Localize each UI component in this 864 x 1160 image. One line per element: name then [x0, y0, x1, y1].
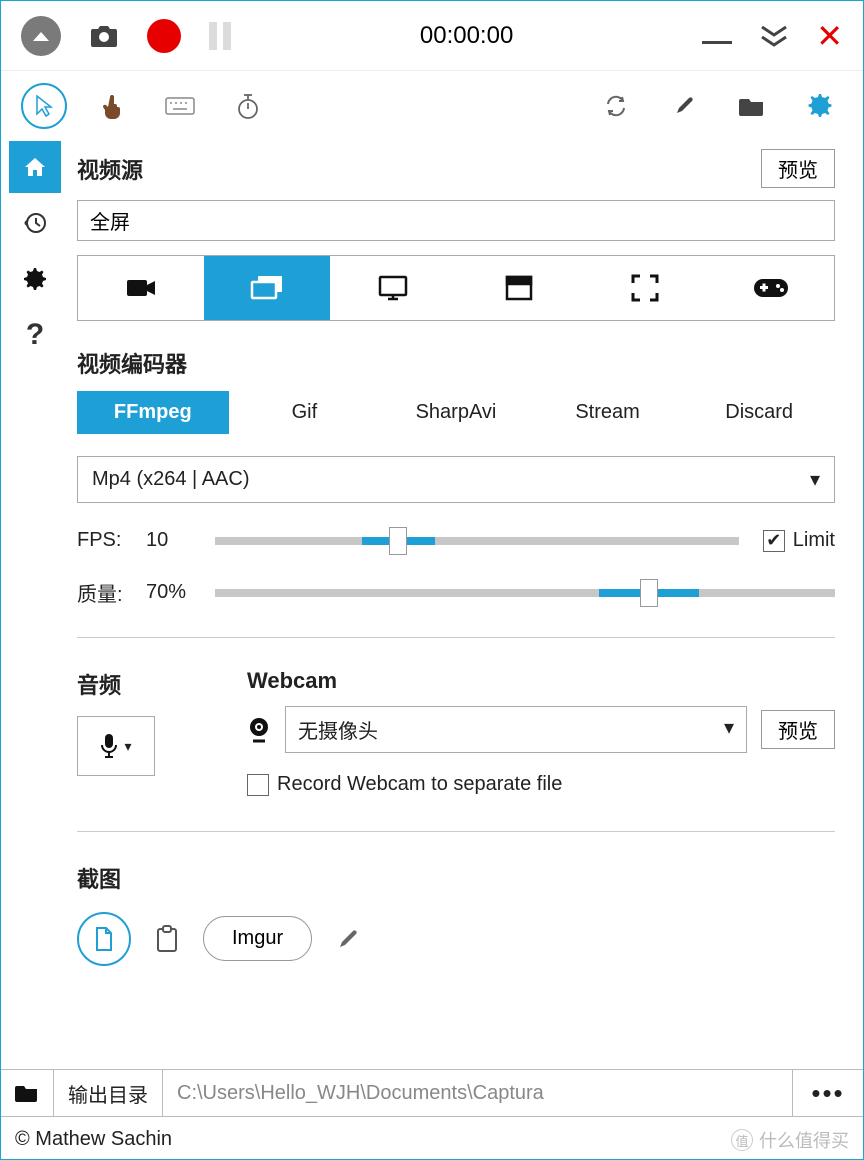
limit-checkbox[interactable]: ✔ Limit — [763, 529, 835, 552]
statusbar: 输出目录 C:\Users\Hello_WJH\Documents\Captur… — [1, 1069, 863, 1117]
tab-sharpavi[interactable]: SharpAvi — [380, 391, 532, 434]
timer-display: 00:00:00 — [259, 22, 674, 50]
chevron-down-icon: ▾ — [810, 467, 820, 492]
sidebar-help[interactable]: ? — [9, 309, 61, 361]
source-type-grid — [77, 255, 835, 321]
main-content: 视频源 预览 视频编码器 FFmpe — [69, 141, 863, 966]
close-button[interactable]: ✕ — [816, 17, 843, 55]
cursor-tool-button[interactable] — [21, 83, 67, 129]
tab-gif[interactable]: Gif — [229, 391, 381, 434]
quality-label: 质量: — [77, 578, 132, 607]
expand-down-button[interactable] — [760, 25, 788, 47]
encoder-tabs: FFmpeg Gif SharpAvi Stream Discard — [77, 391, 835, 434]
tab-discard[interactable]: Discard — [683, 391, 835, 434]
source-window[interactable] — [456, 256, 582, 320]
output-path[interactable]: C:\Users\Hello_WJH\Documents\Captura — [163, 1070, 793, 1116]
fps-slider[interactable] — [215, 537, 739, 545]
webcam-separate-checkbox[interactable]: Record Webcam to separate file — [247, 773, 562, 796]
webcam-select[interactable]: 无摄像头 ▾ — [285, 706, 747, 753]
audio-mic-button[interactable]: ▾ — [77, 716, 155, 776]
source-region[interactable] — [582, 256, 708, 320]
pause-button[interactable] — [209, 22, 231, 50]
output-label: 输出目录 — [54, 1070, 163, 1116]
record-button[interactable] — [147, 19, 181, 53]
brush-button[interactable] — [661, 83, 707, 129]
source-camera[interactable] — [78, 256, 204, 320]
webcam-icon — [247, 717, 271, 743]
minimize-button[interactable] — [702, 27, 732, 44]
clipboard-button[interactable] — [155, 925, 179, 953]
more-button[interactable]: ••• — [793, 1070, 863, 1116]
video-source-title: 视频源 — [77, 153, 143, 185]
fps-label: FPS: — [77, 529, 132, 552]
webcam-preview-button[interactable]: 预览 — [761, 710, 835, 749]
keyboard-tool-button[interactable] — [157, 83, 203, 129]
edit-button[interactable] — [336, 927, 360, 951]
screenshot-file-button[interactable] — [77, 912, 131, 966]
settings-button[interactable] — [797, 83, 843, 129]
tab-ffmpeg[interactable]: FFmpeg — [77, 391, 229, 434]
refresh-button[interactable] — [593, 83, 639, 129]
source-screens[interactable] — [204, 256, 330, 320]
sidebar-home[interactable] — [9, 141, 61, 193]
folder-button[interactable] — [729, 83, 775, 129]
tab-stream[interactable]: Stream — [532, 391, 684, 434]
sidebar-settings[interactable] — [9, 253, 61, 305]
watermark: 值 什么值得买 — [731, 1127, 849, 1153]
toolbar — [1, 71, 863, 141]
webcam-title: Webcam — [247, 668, 835, 694]
imgur-button[interactable]: Imgur — [203, 916, 312, 961]
collapse-button[interactable] — [21, 16, 61, 56]
codec-value: Mp4 (x264 | AAC) — [92, 468, 249, 491]
fps-value: 10 — [146, 529, 201, 552]
quality-slider[interactable] — [215, 589, 835, 597]
quality-value: 70% — [146, 581, 201, 604]
audio-title: 音频 — [77, 668, 207, 700]
credit-text: © Mathew Sachin — [15, 1128, 172, 1151]
webcam-value: 无摄像头 — [298, 715, 378, 744]
camera-icon[interactable] — [89, 24, 119, 48]
timer-tool-button[interactable] — [225, 83, 271, 129]
limit-label: Limit — [793, 529, 835, 552]
sidebar-history[interactable] — [9, 197, 61, 249]
webcam-separate-label: Record Webcam to separate file — [277, 773, 562, 796]
source-desktop[interactable] — [330, 256, 456, 320]
sidebar: ? — [1, 141, 69, 966]
preview-button[interactable]: 预览 — [761, 149, 835, 188]
screenshot-title: 截图 — [77, 862, 835, 894]
titlebar: 00:00:00 ✕ — [1, 1, 863, 71]
video-source-input[interactable] — [77, 200, 835, 241]
codec-select[interactable]: Mp4 (x264 | AAC) ▾ — [77, 456, 835, 503]
output-folder-icon[interactable] — [1, 1070, 54, 1116]
click-tool-button[interactable] — [89, 83, 135, 129]
encoder-title: 视频编码器 — [77, 347, 835, 379]
source-game[interactable] — [708, 256, 834, 320]
chevron-down-icon: ▾ — [724, 715, 734, 744]
chevron-down-icon: ▾ — [124, 738, 131, 755]
